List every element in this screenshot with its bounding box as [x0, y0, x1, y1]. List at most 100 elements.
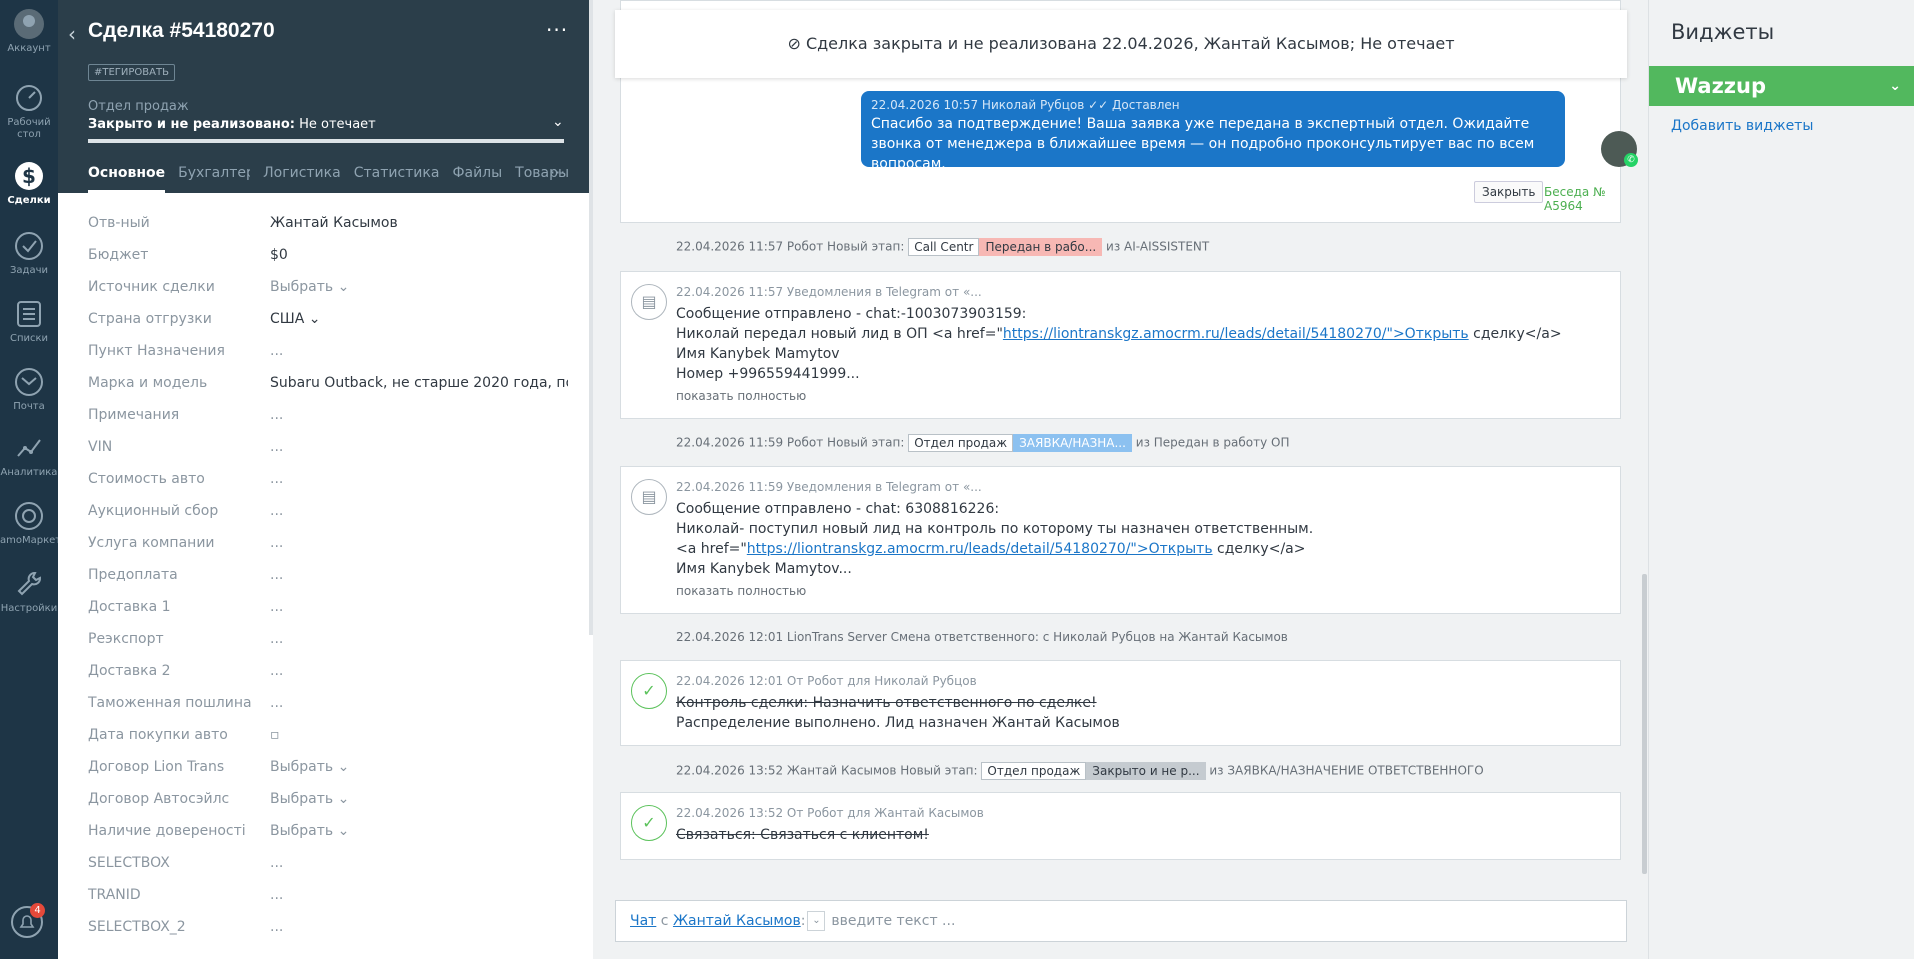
field-value[interactable]: ... — [270, 887, 568, 903]
chevron-down-icon[interactable]: ⌄ — [807, 911, 826, 931]
field-label: VIN — [88, 439, 113, 455]
field-label: Примечания — [88, 407, 180, 423]
field-value[interactable]: ... — [270, 407, 568, 423]
tabs-more-icon[interactable]: ··· — [550, 163, 565, 182]
outgoing-message: 22.04.2026 10:57 Николай Рубцов ✓✓ Доста… — [861, 91, 1565, 172]
market-icon — [15, 502, 43, 530]
message-composer[interactable]: Чат с Жантай Касымов: ⌄ введите текст ... — [615, 900, 1627, 942]
main-nav: Аккаунт Рабочий стол $ Сделки Задачи Спи… — [0, 0, 62, 959]
feed-scrollbar[interactable] — [1642, 574, 1647, 874]
nav-deals[interactable]: $ Сделки — [0, 160, 58, 207]
field-row: Доставка 2... — [88, 660, 568, 692]
field-value[interactable]: Выбрать ⌄ — [270, 823, 568, 839]
field-value[interactable]: ... — [270, 599, 568, 615]
note-meta: 22.04.2026 11:57 Уведомления в Telegram … — [676, 285, 982, 299]
note-line: Сообщение отправлено - chat: 6308816226: — [676, 501, 1000, 517]
field-value[interactable]: ... — [270, 503, 568, 519]
note-line: Имя Kanybek Mamytov — [676, 346, 840, 362]
widgets-panel: Виджеты Wazzup ⌄ Добавить виджеты — [1648, 0, 1914, 959]
nav-mail[interactable]: Почта — [0, 366, 58, 413]
deal-link[interactable]: https://liontranskgz.amocrm.ru/leads/det… — [1003, 326, 1469, 342]
field-label: Стоимость авто — [88, 471, 205, 487]
more-menu-icon[interactable]: ··· — [546, 18, 568, 42]
field-label: SELECTBOX_2 — [88, 919, 186, 935]
status-select[interactable]: Закрыто и не реализовано: Не отечает — [88, 117, 376, 132]
field-value[interactable]: Subaru Outback, не старше 2020 года, пол… — [270, 375, 568, 391]
tab-main[interactable]: Основное — [88, 165, 166, 193]
field-value[interactable]: ... — [270, 343, 568, 359]
card-header: ‹ Сделка #54180270 ··· #ТЕГИРОВАТЬ Отдел… — [58, 0, 593, 193]
field-value[interactable]: Выбрать ⌄ — [270, 759, 568, 775]
nav-analytics-label: Аналитика — [0, 467, 58, 478]
field-value[interactable]: ... — [270, 695, 568, 711]
task-body: Связаться: Связаться с клиентом! — [676, 825, 929, 845]
show-more-link[interactable]: показать полностью — [676, 389, 806, 403]
field-label: Договор Автосэйлс — [88, 791, 230, 807]
add-widgets-link[interactable]: Добавить виджеты — [1671, 118, 1813, 134]
chevron-down-icon[interactable]: ⌄ — [1889, 66, 1901, 106]
chevron-down-icon[interactable]: ⌄ — [552, 114, 564, 130]
nav-analytics[interactable]: Аналитика — [0, 432, 58, 479]
field-row: Услуга компании... — [88, 532, 568, 564]
field-row: SELECTBOX_2... — [88, 916, 568, 948]
nav-market-label: amoМаркет — [0, 535, 62, 546]
field-value[interactable]: ... — [270, 439, 568, 455]
wazzup-widget[interactable]: Wazzup ⌄ — [1649, 66, 1914, 106]
event-suffix: из Передан в работу ОП — [1135, 435, 1290, 450]
pipeline-pill: Отдел продаж — [908, 434, 1014, 452]
close-conversation-button[interactable]: Закрыть — [1474, 181, 1544, 203]
note-text: сделку</a> — [1212, 541, 1306, 557]
nav-tasks[interactable]: Задачи — [0, 230, 58, 277]
calendar-icon[interactable]: ▫ — [270, 727, 568, 743]
field-value[interactable]: ... — [270, 919, 568, 935]
field-value[interactable]: ... — [270, 471, 568, 487]
field-label: Аукционный сбор — [88, 503, 219, 519]
field-row: Марка и модель Subaru Outback, не старше … — [88, 372, 568, 404]
stage-change-event: 22.04.2026 11:57 Робот Новый этап: Call … — [676, 238, 1209, 256]
conversation-number[interactable]: Беседа № A5964 — [1544, 185, 1620, 213]
nav-market[interactable]: amoМаркет — [0, 500, 62, 547]
deal-closed-banner: ⊘ Сделка закрыта и не реализована 22.04.… — [615, 10, 1627, 78]
field-value[interactable]: ... — [270, 663, 568, 679]
field-label: Бюджет — [88, 247, 149, 263]
field-label: Доставка 2 — [88, 663, 171, 679]
field-value[interactable]: ... — [270, 535, 568, 551]
pipeline-pill: Call Centr — [908, 238, 980, 256]
field-value[interactable]: ... — [270, 567, 568, 583]
nav-dashboard[interactable]: Рабочий стол — [0, 82, 58, 141]
note-text: <a href=" — [676, 541, 747, 557]
tag-button[interactable]: #ТЕГИРОВАТЬ — [88, 64, 175, 81]
field-value[interactable]: ... — [270, 631, 568, 647]
task-result: Распределение выполнено. Лид назначен Жа… — [676, 715, 1120, 731]
tab-stats[interactable]: Статистика — [354, 165, 440, 193]
composer-placeholder[interactable]: введите текст ... — [831, 913, 955, 929]
field-label: Предоплата — [88, 567, 178, 583]
note-line: <a href="https://liontranskgz.amocrm.ru/… — [676, 539, 1313, 559]
tab-accounting[interactable]: Бухгалтерия — [178, 165, 250, 193]
field-value[interactable]: ... — [270, 855, 568, 871]
field-label: TRANID — [88, 887, 141, 903]
deal-link[interactable]: https://liontranskgz.amocrm.ru/leads/det… — [747, 541, 1213, 557]
whatsapp-icon: ✆ — [1624, 153, 1638, 167]
field-value[interactable]: Выбрать ⌄ — [270, 791, 568, 807]
back-arrow-icon[interactable]: ‹ — [68, 22, 76, 46]
nav-settings[interactable]: Настройки — [0, 568, 58, 615]
field-value[interactable]: США ⌄ — [270, 311, 568, 327]
field-value[interactable]: $0 — [270, 247, 568, 263]
nav-account[interactable]: Аккаунт — [0, 8, 58, 55]
tab-files[interactable]: Файлы — [452, 165, 502, 193]
recipient-link[interactable]: Жантай Касымов — [673, 913, 801, 929]
chat-type-link[interactable]: Чат — [630, 913, 656, 929]
tab-logistics[interactable]: Логистика — [263, 165, 341, 193]
nav-lists[interactable]: Списки — [0, 298, 58, 345]
field-value[interactable]: Жантай Касымов — [270, 215, 568, 231]
note-line: Николай передал новый лид в ОП <a href="… — [676, 324, 1562, 344]
deal-title: Сделка #54180270 — [88, 19, 275, 42]
field-value[interactable]: Выбрать ⌄ — [270, 279, 568, 295]
note-body: Сообщение отправлено - chat: 6308816226:… — [676, 499, 1313, 579]
note-meta: 22.04.2026 11:59 Уведомления в Telegram … — [676, 480, 982, 494]
list-icon — [17, 301, 41, 327]
notification-badge: 4 — [30, 903, 45, 918]
show-more-link[interactable]: показать полностью — [676, 584, 806, 598]
field-row: Бюджет $0 — [88, 244, 568, 276]
